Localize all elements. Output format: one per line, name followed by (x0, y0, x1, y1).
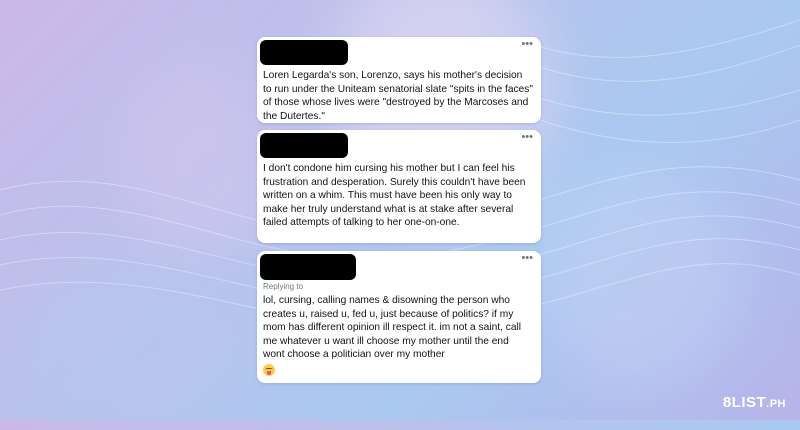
tweet-card: ••• Loren Legarda's son, Lorenzo, says h… (257, 37, 541, 123)
redacted-author (260, 254, 356, 280)
tweet-card: ••• Replying to lol, cursing, calling na… (257, 251, 541, 383)
tweet-card: ••• I don't condone him cursing his moth… (257, 130, 541, 243)
more-options-icon[interactable]: ••• (521, 252, 533, 264)
redacted-author (260, 40, 348, 65)
more-options-icon[interactable]: ••• (521, 38, 533, 50)
tweet-text: Loren Legarda's son, Lorenzo, says his m… (263, 70, 533, 122)
redacted-author (260, 133, 348, 158)
replying-to-label: Replying to (263, 282, 304, 291)
more-options-icon[interactable]: ••• (521, 131, 533, 143)
tweet-text: I don't condone him cursing his mother b… (263, 163, 526, 229)
brand-logo: 8LIST.PH (723, 394, 786, 411)
tweet-text: lol, cursing, calling names & disowning … (263, 295, 522, 361)
logo-suffix: .PH (766, 398, 786, 410)
logo-main: 8LIST (722, 394, 767, 411)
tweet-text-container: lol, cursing, calling names & disowning … (263, 294, 533, 376)
face-savoring-food-emoji-icon (263, 363, 275, 376)
